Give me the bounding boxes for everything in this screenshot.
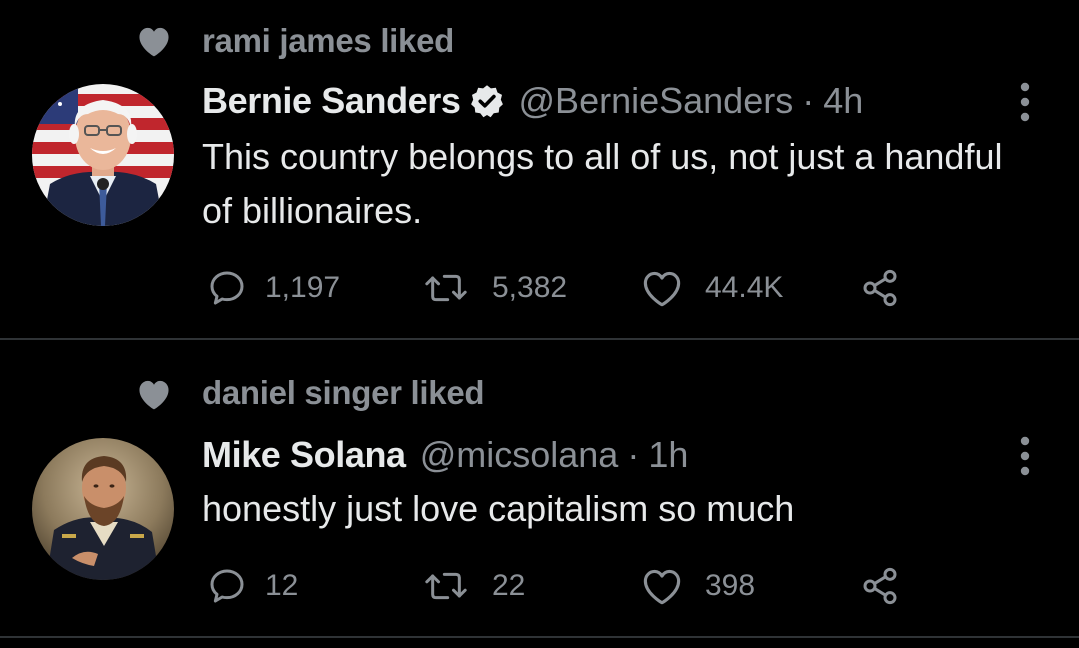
retweet-count: 5,382 [492, 271, 568, 304]
retweet-count: 22 [492, 569, 526, 602]
avatar-photo-bernie [32, 84, 174, 226]
separator-dot: · [627, 434, 640, 475]
retweet-button[interactable]: 22 [424, 566, 525, 606]
timestamp[interactable]: 1h [648, 434, 688, 476]
reply-button[interactable]: 12 [207, 566, 298, 606]
timestamp[interactable]: 4h [823, 80, 863, 122]
heart-outline-icon [643, 271, 681, 307]
like-count: 398 [705, 569, 756, 602]
author-handle[interactable]: @micsolana [420, 434, 619, 476]
more-vertical-icon[interactable] [1014, 434, 1036, 478]
share-button[interactable] [859, 566, 901, 606]
more-vertical-icon[interactable] [1014, 80, 1036, 124]
share-button[interactable] [859, 268, 901, 308]
heart-filled-icon [139, 380, 169, 410]
reply-icon [210, 271, 244, 305]
avatar[interactable] [32, 84, 174, 226]
social-context-text[interactable]: daniel singer liked [202, 374, 485, 412]
like-count: 44.4K [705, 271, 784, 304]
like-button[interactable]: 398 [641, 566, 755, 606]
tweet-text: This country belongs to all of us, not j… [202, 136, 1003, 231]
reply-button[interactable]: 1,197 [207, 268, 340, 308]
author-name[interactable]: Mike Solana [202, 434, 406, 476]
verified-badge-icon [470, 85, 503, 118]
share-icon [863, 269, 897, 307]
retweet-icon [425, 572, 467, 600]
reply-count: 12 [265, 569, 299, 602]
author-handle[interactable]: @BernieSanders [519, 80, 794, 122]
avatar[interactable] [32, 438, 174, 580]
tweet-card[interactable]: rami james liked Bernie Sanders @BernieS… [0, 0, 1079, 338]
retweet-icon [425, 274, 467, 302]
tweet-divider [0, 636, 1079, 638]
tweet-header: Mike Solana @micsolana · 1h [202, 434, 688, 476]
author-name[interactable]: Bernie Sanders [202, 80, 461, 122]
share-icon [863, 567, 897, 605]
like-button[interactable]: 44.4K [641, 268, 783, 308]
reply-count: 1,197 [265, 271, 341, 304]
heart-filled-icon [139, 27, 169, 57]
heart-outline-icon [643, 569, 681, 605]
tweet-header: Bernie Sanders @BernieSanders · 4h [202, 80, 863, 122]
retweet-button[interactable]: 5,382 [424, 268, 567, 308]
social-context-text[interactable]: rami james liked [202, 22, 454, 60]
separator-dot: · [802, 80, 815, 121]
avatar-photo-portrait [32, 438, 174, 580]
tweet-card[interactable]: daniel singer liked Mike Solana @micsola… [0, 340, 1079, 638]
tweet-text: honestly just love capitalism so much [202, 488, 795, 529]
reply-icon [210, 569, 244, 603]
